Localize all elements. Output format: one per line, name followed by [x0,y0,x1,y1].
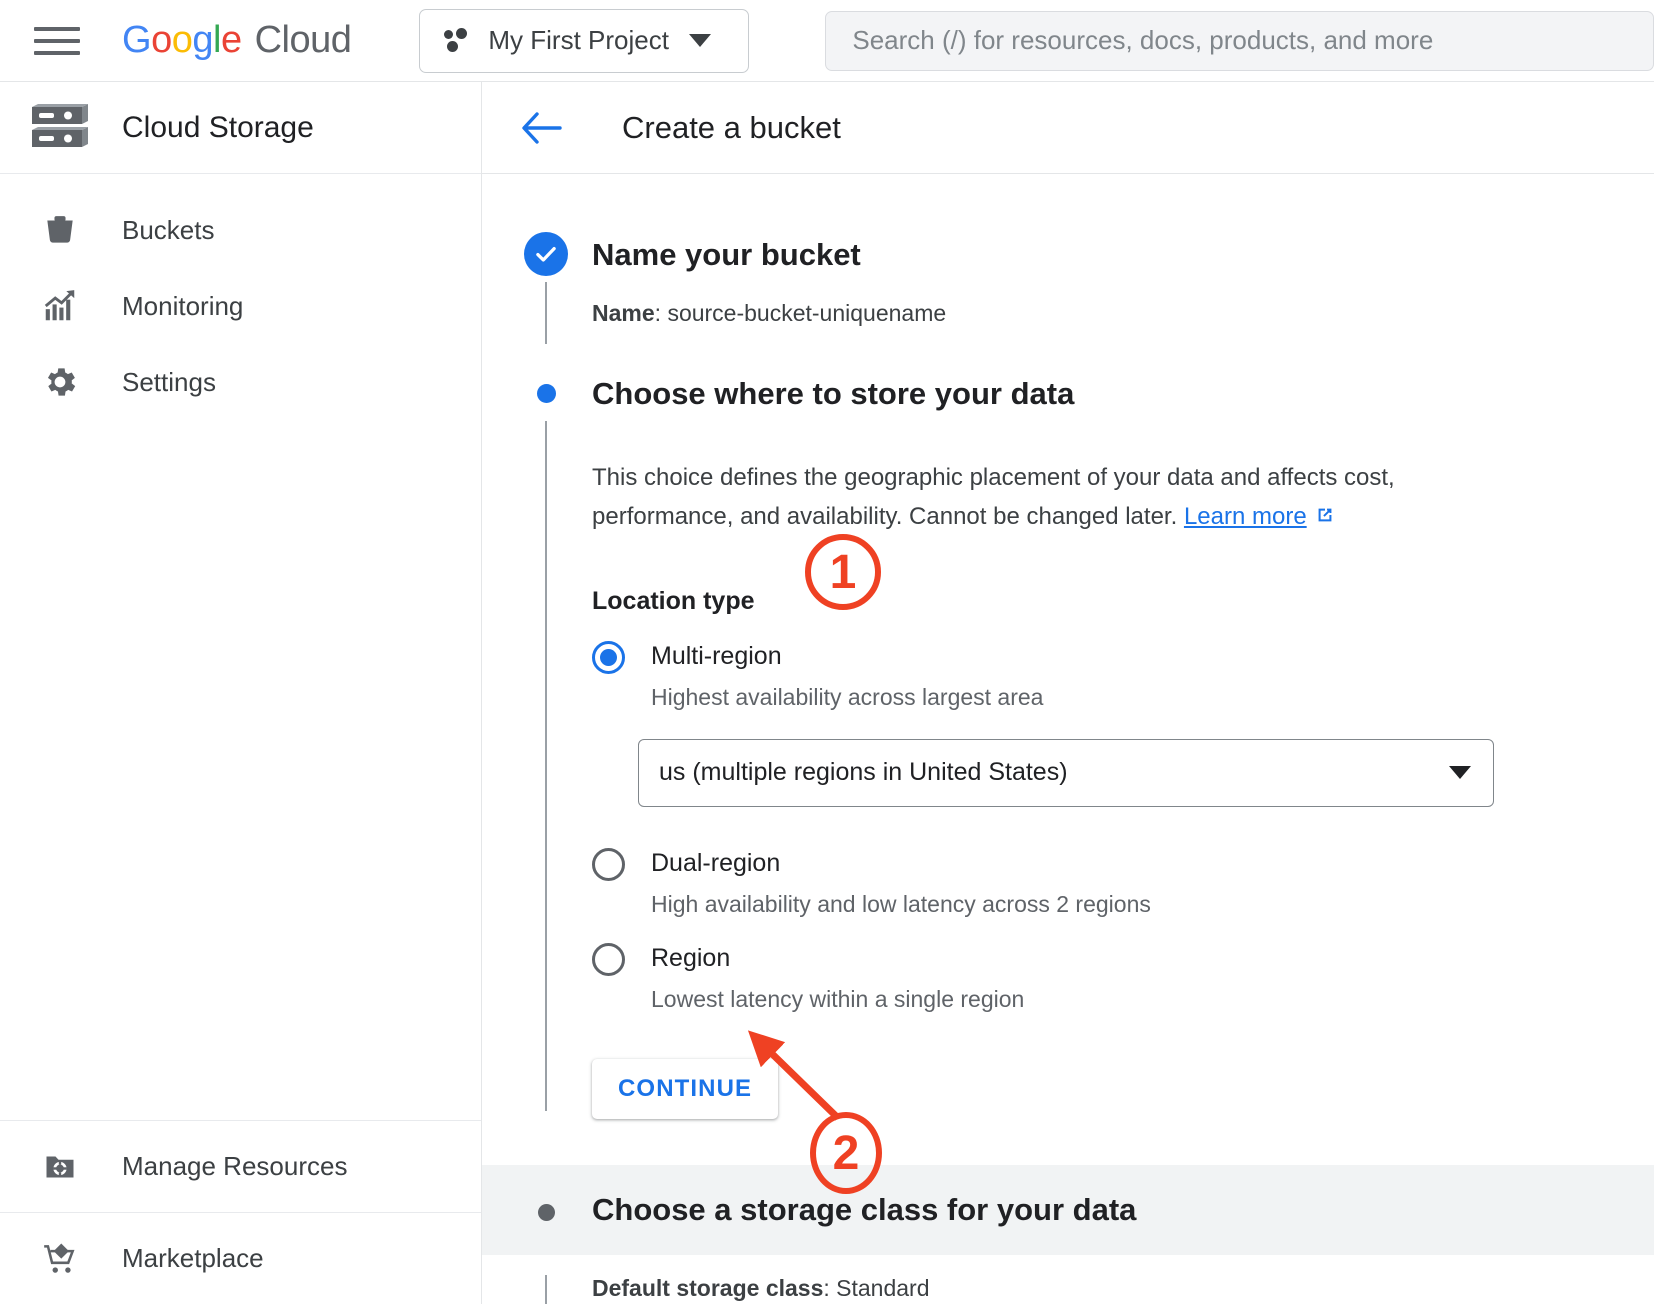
radio-sublabel: Highest availability across largest area [651,683,1044,710]
sidebar: Cloud Storage Buckets Monitoring Setting… [0,82,482,1304]
step-status-icon-active [524,371,568,415]
chevron-down-icon [688,34,711,47]
radio-input-multi-region[interactable] [592,640,625,674]
summary-key: Default storage class [592,1274,824,1301]
sidebar-item-label: Settings [122,366,216,397]
project-selector[interactable]: My First Project [419,8,750,73]
radio-input-dual-region[interactable] [592,847,625,881]
learn-more-label: Learn more [1183,502,1307,530]
arrow-left-icon[interactable] [514,100,570,156]
logo-letter-o1: o [151,19,172,61]
sidebar-bottom-nav: Manage Resources Marketplace [0,1120,481,1304]
chevron-down-icon [1449,766,1471,780]
step-storage-class-summary: Default storage class: Standard [482,1274,1654,1304]
sidebar-item-label: Manage Resources [122,1151,348,1181]
radio-input-region[interactable] [592,942,625,976]
radio-option-multi-region[interactable]: Multi-region Highest availability across… [592,638,1654,711]
radio-text: Multi-region Highest availability across… [651,638,1043,711]
radio-label: Region [651,943,731,972]
step-summary: Default storage class: Standard [592,1275,1654,1302]
sidebar-item-label: Monitoring [122,290,244,321]
summary-key: Name [592,300,655,326]
folder-gear-icon [38,1145,82,1189]
top-app-bar: Go o g l e Cloud My First Project [0,0,1654,82]
storage-server-icon [30,103,90,152]
external-link-icon [1314,500,1336,539]
main-panel: Create a bucket Name your bucket Name: s… [482,82,1654,1304]
wizard-content: Name your bucket Name: source-bucket-uni… [482,174,1654,1304]
google-cloud-logo: Go o g l e Cloud [122,19,352,62]
step-rail [545,282,547,344]
chart-bars-icon [38,284,82,328]
step-title: Choose a storage class for your data [592,1191,1137,1227]
radio-option-region[interactable]: Region Lowest latency within a single re… [592,940,1654,1013]
step-body: This choice defines the geographic place… [592,417,1654,1119]
radio-option-dual-region[interactable]: Dual-region High availability and low la… [592,845,1654,918]
logo-letter-e: e [220,19,242,61]
learn-more-link[interactable]: Learn more [1184,503,1307,530]
logo-letter-o2: o [171,19,193,61]
summary-value: Standard [836,1274,930,1301]
hamburger-icon[interactable] [34,23,80,59]
sidebar-item-settings[interactable]: Settings [0,344,481,420]
logo-letter-l: l [212,19,221,61]
sidebar-service-header: Cloud Storage [0,82,481,174]
radio-label: Dual-region [651,848,781,877]
step-title: Name your bucket [592,237,861,272]
gear-icon [38,360,82,404]
summary-separator: : [823,1274,837,1301]
step-summary: Name: source-bucket-uniquename [592,300,1654,327]
radio-sublabel: Lowest latency within a single region [651,985,1025,1012]
sidebar-item-buckets[interactable]: Buckets [0,192,481,268]
region-select-value: us (multiple regions in United States) [659,758,1068,787]
sidebar-item-marketplace[interactable]: Marketplace [0,1212,481,1304]
sidebar-nav: Buckets Monitoring Settings [0,174,481,420]
sidebar-item-label: Buckets [122,214,215,245]
sidebar-service-title: Cloud Storage [122,110,314,144]
logo-word-cloud: Cloud [254,19,352,61]
step-status-icon-inactive [524,1191,568,1235]
radio-text: Dual-region High availability and low la… [651,845,1151,918]
logo-letter-g2: g [192,19,213,61]
step-title: Choose where to store your data [592,376,1075,411]
project-name: My First Project [488,25,669,55]
region-select[interactable]: us (multiple regions in United States) [638,738,1494,807]
step-choose-location: Choose where to store your data This cho… [482,371,1654,1119]
page-title: Create a bucket [622,109,841,145]
search-box[interactable] [825,10,1654,71]
step-description: This choice defines the geographic place… [592,459,1492,539]
bucket-icon [38,208,82,252]
shopping-cart-icon [38,1237,82,1281]
step-rail [545,421,547,1111]
project-dots-icon [444,27,472,54]
radio-label: Multi-region [651,641,782,670]
logo-letter-g1: G [122,19,152,61]
location-type-label: Location type [592,586,755,615]
step-rail [545,1274,547,1304]
page-header: Create a bucket [482,82,1654,174]
sidebar-item-manage-resources[interactable]: Manage Resources [0,1120,481,1212]
summary-separator: : [654,300,668,326]
step-choose-storage-class[interactable]: Choose a storage class for your data [482,1164,1654,1255]
search-input[interactable] [852,25,1627,56]
step-status-icon-done [524,232,568,276]
continue-button[interactable]: CONTINUE [592,1058,779,1119]
radio-sublabel: High availability and low latency across… [651,890,1151,917]
sidebar-item-monitoring[interactable]: Monitoring [0,268,481,344]
step-name-your-bucket: Name your bucket Name: source-bucket-uni… [482,232,1654,344]
sidebar-item-label: Marketplace [122,1243,264,1273]
radio-text: Region Lowest latency within a single re… [651,940,1024,1013]
app-body: Cloud Storage Buckets Monitoring Setting… [0,82,1654,1304]
summary-value: source-bucket-uniquename [667,300,947,326]
